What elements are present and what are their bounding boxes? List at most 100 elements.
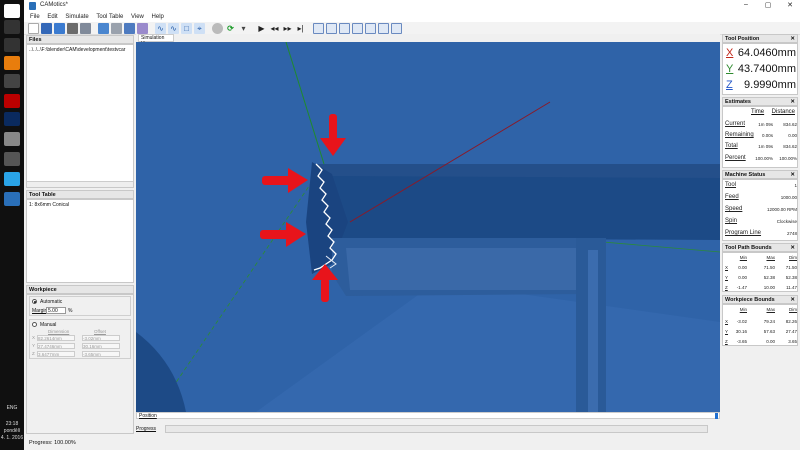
app-gray-icon[interactable] <box>4 132 20 146</box>
menu-help[interactable]: Help <box>152 12 164 22</box>
view-back-icon[interactable] <box>378 23 389 34</box>
import-icon[interactable] <box>54 23 65 34</box>
menu-tool-table[interactable]: Tool Table <box>96 12 123 22</box>
close-icon[interactable]: ✕ <box>790 35 795 43</box>
simulation-view[interactable] <box>136 42 720 412</box>
automatic-radio[interactable] <box>32 299 37 304</box>
layers-icon[interactable] <box>80 23 91 34</box>
menu-bar: File Edit Simulate Tool Table View Help <box>24 12 800 22</box>
close-icon[interactable]: ✕ <box>790 98 795 106</box>
wp-offset-input[interactable]: -3.65mm <box>82 351 120 357</box>
cursor-icon[interactable]: ⌖ <box>194 23 205 34</box>
margin-input[interactable]: 5.00 <box>46 307 66 314</box>
view-right-icon[interactable] <box>365 23 376 34</box>
view-left-icon[interactable] <box>352 23 363 34</box>
est-distance: 834.62 <box>783 122 797 127</box>
wp-dimension-input[interactable]: 82.2614mm <box>37 335 75 341</box>
menu-view[interactable]: View <box>131 12 144 22</box>
tray-day: pondělí <box>3 428 21 434</box>
tpb-min: 0.00 <box>738 265 747 270</box>
progress-bar <box>165 425 708 433</box>
camotics-taskbar-icon[interactable] <box>4 192 20 206</box>
wpb-axis: Y <box>725 329 729 334</box>
blender-icon[interactable] <box>4 56 20 70</box>
play-icon[interactable]: ▶ <box>256 23 267 34</box>
export-icon[interactable] <box>67 23 78 34</box>
simulation-canvas[interactable] <box>136 42 720 412</box>
skype-icon[interactable] <box>4 172 20 186</box>
tab-simulation-view[interactable]: Simulation View <box>138 34 174 47</box>
search-icon[interactable] <box>4 20 20 34</box>
manual-radio[interactable] <box>32 322 37 327</box>
view-front-icon[interactable] <box>326 23 337 34</box>
automatic-group: Automatic Margin 5.00 % <box>29 296 131 316</box>
menu-edit[interactable]: Edit <box>47 12 57 22</box>
view-bottom-icon[interactable] <box>391 23 402 34</box>
window-title: CAMotics* <box>40 2 69 8</box>
position-slider[interactable]: Position <box>136 412 720 419</box>
wp-dimension-input[interactable]: 3.6477mm <box>37 351 75 357</box>
axis-y-value: 43.7400mm <box>737 63 796 75</box>
est-distance: 834.62 <box>783 144 797 149</box>
close-icon[interactable]: ✕ <box>790 244 795 252</box>
app-red-icon[interactable] <box>4 94 20 108</box>
photoshop-icon[interactable] <box>4 112 20 126</box>
ms-label: Speed <box>725 206 743 212</box>
stop-icon[interactable] <box>212 23 223 34</box>
view-iso-icon[interactable] <box>313 23 324 34</box>
surface-icon[interactable] <box>124 23 135 34</box>
col-distance: Distance <box>771 109 795 115</box>
end-icon[interactable]: ▸| <box>295 23 306 34</box>
axes-icon[interactable]: ∿ <box>168 23 179 34</box>
calculator-icon[interactable] <box>4 74 20 88</box>
grid-icon[interactable] <box>98 23 109 34</box>
close-icon[interactable]: ✕ <box>790 171 795 179</box>
workpiece-panel: Automatic Margin 5.00 % Manual Dimension… <box>26 294 134 434</box>
tray-time[interactable]: 23:18 <box>0 421 24 427</box>
wp-axis: X <box>32 335 36 340</box>
files-scrollbar[interactable] <box>27 181 133 187</box>
step-icon[interactable]: ◂◂ <box>269 23 280 34</box>
maximize-button[interactable]: ▢ <box>758 1 778 11</box>
file-item[interactable]: ..\..\..\F:\blender\CAM\development\test… <box>27 45 133 55</box>
fast-forward-icon[interactable]: ▸▸ <box>282 23 293 34</box>
ms-row-feed: Feed 1000.00 <box>723 194 799 204</box>
menu-file[interactable]: File <box>30 12 40 22</box>
wpb-min: 30.16 <box>735 329 747 334</box>
path-icon[interactable] <box>111 23 122 34</box>
workpiece-bounds-header: Workpiece Bounds ✕ <box>722 295 798 304</box>
bounds-icon[interactable]: □ <box>181 23 192 34</box>
machine-status-header: Machine Status ✕ <box>722 170 798 179</box>
wp-offset-input[interactable]: -3.02mm <box>82 335 120 341</box>
view-top-icon[interactable] <box>339 23 350 34</box>
task-view-icon[interactable] <box>4 38 20 52</box>
windows-start-icon[interactable] <box>4 4 20 18</box>
est-row-remaining: Remaining 0.00s 0.00 <box>723 132 799 142</box>
wave-icon[interactable] <box>137 23 148 34</box>
tool-item[interactable]: 1: 8x6mm Conical <box>27 200 133 210</box>
reload-icon[interactable]: ⟳ <box>225 23 236 34</box>
est-label: Total <box>725 143 738 149</box>
files-panel-title: Files <box>29 37 42 43</box>
workpiece-bounds-panel: Min Max Dim X -3.02 79.24 82.26 Y 30.16 … <box>722 304 798 346</box>
photos-icon[interactable] <box>4 152 20 166</box>
menu-simulate[interactable]: Simulate <box>65 12 88 22</box>
estimates-panel: Time Distance Current 1m 09s 834.62 Rema… <box>722 106 798 168</box>
options-icon[interactable]: ▾ <box>238 23 249 34</box>
tool-icon[interactable]: ∿ <box>155 23 166 34</box>
dimension-col: Dimension <box>48 329 70 334</box>
progress-label: Progress <box>136 426 157 432</box>
wp-dimension-input[interactable]: 27.4746mm <box>37 343 75 349</box>
position-slider-thumb[interactable] <box>715 413 718 419</box>
minimize-button[interactable]: – <box>736 1 756 11</box>
close-icon[interactable]: ✕ <box>790 296 795 304</box>
close-button[interactable]: ✕ <box>780 1 800 11</box>
estimates-title: Estimates <box>725 99 751 105</box>
new-icon[interactable] <box>28 23 39 34</box>
wp-offset-input[interactable]: 30.16mm <box>82 343 120 349</box>
tray-lang[interactable]: ENG <box>0 405 24 411</box>
save-icon[interactable] <box>41 23 52 34</box>
ms-row-speed: Speed 12000.00 RPM <box>723 206 799 216</box>
ms-label: Tool <box>725 182 737 188</box>
wpb-axis: X <box>725 319 729 324</box>
